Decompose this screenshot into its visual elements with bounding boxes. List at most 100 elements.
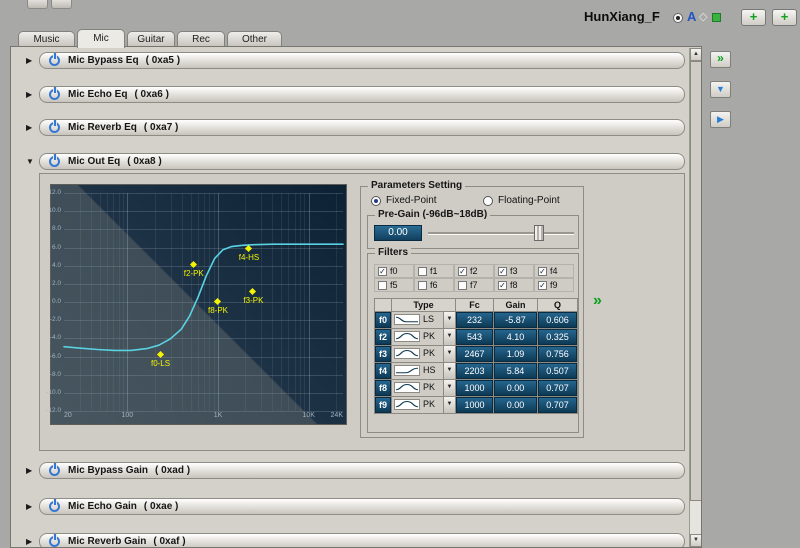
scroll-down-icon[interactable]: ▼ — [690, 534, 702, 547]
section-header-mic-echo-eq[interactable]: Mic Echo Eq( 0xa6 ) — [39, 86, 685, 103]
gain-value-field[interactable]: -5.87 — [494, 312, 537, 328]
type-selector[interactable]: LS▼ — [392, 312, 455, 328]
fc-value-field[interactable]: 1000 — [456, 397, 493, 413]
fc-value-field[interactable]: 232 — [456, 312, 493, 328]
filter-checkbox-f6[interactable]: f6 — [414, 278, 454, 292]
y-axis-label: 6.0 — [52, 244, 61, 251]
checkbox-unchecked-icon[interactable] — [378, 281, 387, 290]
apply-chevrons-button[interactable]: » — [593, 292, 603, 310]
filter-checkbox-f9[interactable]: ✓f9 — [534, 278, 574, 292]
expand-arrow-icon[interactable]: ▶ — [26, 56, 32, 65]
expand-arrow-icon[interactable]: ▶ — [26, 537, 32, 546]
eq-plot-area[interactable]: f0-LSf2-PKf8-PKf3-PKf4-HS — [64, 193, 343, 411]
tab-other[interactable]: Other — [227, 31, 282, 47]
dropdown-arrow-icon[interactable]: ▼ — [443, 363, 455, 379]
dropdown-arrow-icon[interactable]: ▼ — [443, 346, 455, 362]
q-value-field[interactable]: 0.606 — [538, 312, 577, 328]
checkbox-checked-icon[interactable]: ✓ — [538, 267, 547, 276]
power-icon[interactable] — [49, 501, 60, 512]
mini-tab-2[interactable] — [51, 0, 72, 9]
collapse-arrow-icon[interactable]: ▼ — [26, 157, 34, 166]
power-icon[interactable] — [49, 122, 60, 133]
expand-arrow-icon[interactable]: ▶ — [26, 466, 32, 475]
type-selector[interactable]: HS▼ — [392, 363, 455, 379]
checkbox-checked-icon[interactable]: ✓ — [378, 267, 387, 276]
play-arrow-button[interactable]: ▶ — [710, 111, 731, 128]
type-selector[interactable]: PK▼ — [392, 397, 455, 413]
slider-handle[interactable] — [534, 225, 544, 241]
section-header-mic-bypass-eq[interactable]: Mic Bypass Eq( 0xa5 ) — [39, 52, 685, 69]
mini-tab-1[interactable] — [27, 0, 48, 9]
tab-music[interactable]: Music — [18, 31, 75, 47]
scrollbar-thumb[interactable] — [690, 61, 702, 501]
q-value-field[interactable]: 0.707 — [538, 380, 577, 396]
vertical-scrollbar[interactable]: ▲ ▼ — [689, 48, 702, 547]
checkbox-checked-icon[interactable]: ✓ — [498, 267, 507, 276]
dropdown-arrow-icon[interactable]: ▼ — [443, 397, 455, 413]
gain-value-field[interactable]: 5.84 — [494, 363, 537, 379]
section-label: Mic Bypass Gain — [68, 465, 148, 476]
filter-checkbox-f3[interactable]: ✓f3 — [494, 264, 534, 278]
gain-value-field[interactable]: 4.10 — [494, 329, 537, 345]
checkbox-unchecked-icon[interactable] — [458, 281, 467, 290]
dropdown-arrow-icon[interactable]: ▼ — [443, 329, 455, 345]
type-selector[interactable]: PK▼ — [392, 380, 455, 396]
type-selector[interactable]: PK▼ — [392, 329, 455, 345]
toolbar-button-1[interactable]: + — [741, 9, 766, 26]
checkbox-unchecked-icon[interactable] — [418, 281, 427, 290]
checkbox-checked-icon[interactable]: ✓ — [538, 281, 547, 290]
q-value-field[interactable]: 0.707 — [538, 397, 577, 413]
down-arrow-button[interactable]: ▼ — [710, 81, 731, 98]
checkbox-checked-icon[interactable]: ✓ — [498, 281, 507, 290]
filter-checkbox-f7[interactable]: f7 — [454, 278, 494, 292]
gain-value-field[interactable]: 0.00 — [494, 380, 537, 396]
tab-guitar[interactable]: Guitar — [127, 31, 175, 47]
power-icon[interactable] — [49, 156, 60, 167]
dropdown-arrow-icon[interactable]: ▼ — [443, 380, 455, 396]
power-icon[interactable] — [49, 89, 60, 100]
pregain-slider[interactable] — [428, 222, 574, 244]
checkbox-unchecked-icon[interactable] — [418, 267, 427, 276]
mode-radio[interactable] — [673, 13, 683, 23]
slider-track[interactable] — [428, 232, 574, 235]
forward-chevrons-button[interactable]: » — [710, 51, 731, 68]
filter-checkbox-f2[interactable]: ✓f2 — [454, 264, 494, 278]
expand-arrow-icon[interactable]: ▶ — [26, 90, 32, 99]
expand-arrow-icon[interactable]: ▶ — [26, 502, 32, 511]
fc-value-field[interactable]: 2203 — [456, 363, 493, 379]
q-value-field[interactable]: 0.325 — [538, 329, 577, 345]
tab-mic[interactable]: Mic — [77, 29, 125, 48]
type-selector[interactable]: PK▼ — [392, 346, 455, 362]
eq-graph[interactable]: f0-LSf2-PKf8-PKf3-PKf4-HS 12.010.08.06.0… — [50, 184, 347, 425]
gain-value-field[interactable]: 0.00 — [494, 397, 537, 413]
expand-arrow-icon[interactable]: ▶ — [26, 123, 32, 132]
section-header-mic-echo-gain[interactable]: Mic Echo Gain( 0xae ) — [39, 498, 685, 515]
tab-rec[interactable]: Rec — [177, 31, 225, 47]
checkbox-checked-icon[interactable]: ✓ — [458, 267, 467, 276]
filter-checkbox-f1[interactable]: f1 — [414, 264, 454, 278]
fc-value-field[interactable]: 543 — [456, 329, 493, 345]
scroll-up-icon[interactable]: ▲ — [690, 48, 702, 61]
fc-value-field[interactable]: 2467 — [456, 346, 493, 362]
filter-checkbox-f8[interactable]: ✓f8 — [494, 278, 534, 292]
section-label: Mic Out Eq — [68, 156, 120, 167]
dropdown-arrow-icon[interactable]: ▼ — [443, 312, 455, 328]
fc-value-field[interactable]: 1000 — [456, 380, 493, 396]
section-header-mic-reverb-gain[interactable]: Mic Reverb Gain( 0xaf ) — [39, 533, 685, 548]
pregain-value-field[interactable]: 0.00 — [374, 225, 422, 241]
section-header-mic-out-eq[interactable]: Mic Out Eq( 0xa8 ) — [39, 153, 685, 170]
power-icon[interactable] — [49, 536, 60, 547]
q-value-field[interactable]: 0.756 — [538, 346, 577, 362]
toolbar-button-2[interactable]: + — [772, 9, 797, 26]
power-icon[interactable] — [49, 55, 60, 66]
fixed-point-radio[interactable] — [371, 196, 381, 206]
gain-value-field[interactable]: 1.09 — [494, 346, 537, 362]
filter-checkbox-f0[interactable]: ✓f0 — [374, 264, 414, 278]
section-header-mic-reverb-eq[interactable]: Mic Reverb Eq( 0xa7 ) — [39, 119, 685, 136]
section-header-mic-bypass-gain[interactable]: Mic Bypass Gain( 0xad ) — [39, 462, 685, 479]
filter-checkbox-f4[interactable]: ✓f4 — [534, 264, 574, 278]
floating-point-radio[interactable] — [483, 196, 493, 206]
filter-checkbox-f5[interactable]: f5 — [374, 278, 414, 292]
power-icon[interactable] — [49, 465, 60, 476]
q-value-field[interactable]: 0.507 — [538, 363, 577, 379]
